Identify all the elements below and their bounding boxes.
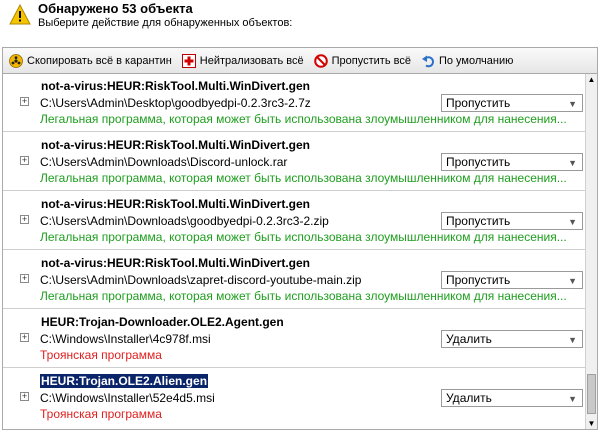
threat-name: not-a-virus:HEUR:RiskTool.Multi.WinDiver… [41,256,311,270]
row-divider [3,249,585,250]
action-select-value: Удалить [446,391,492,405]
detection-item[interactable]: + HEUR:Trojan-Downloader.OLE2.Agent.gen … [3,310,585,366]
expand-plus-icon[interactable]: + [20,156,29,165]
action-select-value: Удалить [446,332,492,346]
action-select-value: Пропустить [446,155,511,169]
file-path: C:\Windows\Installer\4c978f.msi [40,332,211,346]
threat-description: Легальная программа, которая может быть … [40,230,567,244]
detection-item[interactable]: + not-a-virus:HEUR:RiskTool.Multi.WinDiv… [3,251,585,307]
chevron-down-icon: ▼ [568,394,577,404]
detection-item[interactable]: + not-a-virus:HEUR:RiskTool.Multi.WinDiv… [3,74,585,130]
action-select-value: Пропустить [446,273,511,287]
skip-all-label: Пропустить всё [331,54,411,67]
scroll-up-arrow-icon[interactable]: ▲ [586,74,597,86]
threat-description: Троянская программа [40,348,162,362]
threat-name: not-a-virus:HEUR:RiskTool.Multi.WinDiver… [41,138,311,152]
threat-name: HEUR:Trojan.OLE2.Alien.gen [40,374,209,388]
threat-description: Легальная программа, которая может быть … [40,171,567,185]
chevron-down-icon: ▼ [568,276,577,286]
expand-plus-icon[interactable]: + [20,215,29,224]
medical-cross-icon [181,53,196,68]
quarantine-all-button[interactable]: Скопировать всё в карантин [9,53,172,68]
quarantine-all-label: Скопировать всё в карантин [27,54,172,67]
vertical-scrollbar[interactable]: ▲ ▼ [585,74,597,429]
scroll-down-arrow-icon[interactable]: ▼ [586,418,597,429]
file-path: C:\Users\Admin\Desktop\goodbyedpi-0.2.3r… [40,96,311,110]
prohibited-icon [313,53,328,68]
biohazard-icon [9,53,23,68]
file-path: C:\Users\Admin\Downloads\Discord-unlock.… [40,155,288,169]
detection-subtitle: Выберите действие для обнаруженных объек… [38,17,293,29]
row-divider [3,367,585,368]
expand-plus-icon[interactable]: + [20,333,29,342]
action-select[interactable]: Удалить ▼ [441,389,583,407]
skip-all-button[interactable]: Пропустить всё [313,53,411,68]
chevron-down-icon: ▼ [568,99,577,109]
file-path: C:\Windows\Installer\52e4d5.msi [40,391,215,405]
action-select-value: Пропустить [446,214,511,228]
action-select[interactable]: Пропустить ▼ [441,212,583,230]
action-select-value: Пропустить [446,96,511,110]
threat-name: HEUR:Trojan-Downloader.OLE2.Agent.gen [41,315,284,329]
expand-plus-icon[interactable]: + [20,392,29,401]
threat-description: Троянская программа [40,407,162,421]
detection-title: Обнаружено 53 объекта [38,1,193,16]
neutralize-all-button[interactable]: Нейтрализовать всё [181,53,304,68]
detection-item-selected[interactable]: + HEUR:Trojan.OLE2.Alien.gen C:\Windows\… [3,369,585,425]
undo-arrow-icon [421,55,434,67]
threat-description: Легальная программа, которая может быть … [40,289,567,303]
action-select[interactable]: Удалить ▼ [441,330,583,348]
row-divider [3,131,585,132]
warning-icon [9,4,31,25]
action-select[interactable]: Пропустить ▼ [441,271,583,289]
expand-plus-icon[interactable]: + [20,274,29,283]
chevron-down-icon: ▼ [568,217,577,227]
threat-description: Легальная программа, которая может быть … [40,112,567,126]
row-divider [3,308,585,309]
detection-item[interactable]: + not-a-virus:HEUR:RiskTool.Multi.WinDiv… [3,133,585,189]
detection-item[interactable]: + not-a-virus:HEUR:RiskTool.Multi.WinDiv… [3,192,585,248]
threat-name: not-a-virus:HEUR:RiskTool.Multi.WinDiver… [41,197,311,211]
threat-name: not-a-virus:HEUR:RiskTool.Multi.WinDiver… [41,79,311,93]
file-path: C:\Users\Admin\Downloads\goodbyedpi-0.2.… [40,214,329,228]
chevron-down-icon: ▼ [568,335,577,345]
chevron-down-icon: ▼ [568,158,577,168]
neutralize-all-label: Нейтрализовать всё [199,54,304,67]
expand-plus-icon[interactable]: + [20,97,29,106]
action-select[interactable]: Пропустить ▼ [441,94,583,112]
file-path: C:\Users\Admin\Downloads\zapret-discord-… [40,273,362,287]
default-label: По умолчанию [438,54,514,67]
action-select[interactable]: Пропустить ▼ [441,153,583,171]
scrollbar-thumb[interactable] [587,374,596,414]
default-button[interactable]: По умолчанию [421,54,513,68]
row-divider [3,190,585,191]
detections-list: + not-a-virus:HEUR:RiskTool.Multi.WinDiv… [2,74,598,430]
actions-toolbar: Скопировать всё в карантин Нейтрализоват… [2,47,598,74]
detection-header: Обнаружено 53 объекта Выберите действие … [0,0,600,40]
